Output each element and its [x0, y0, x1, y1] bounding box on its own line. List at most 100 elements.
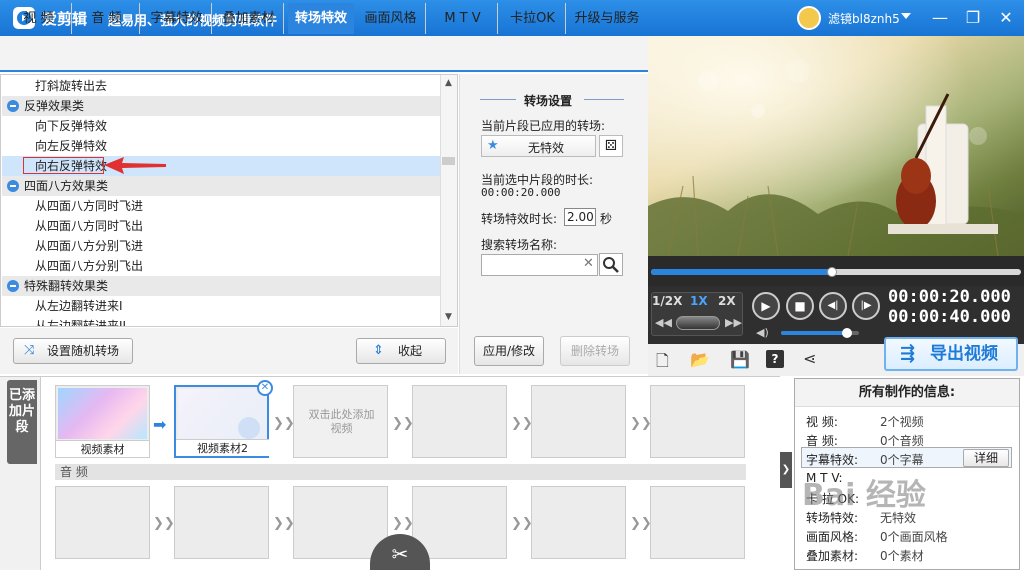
list-item[interactable]: 从四面八方同时飞出: [2, 216, 440, 236]
main-tab-bar: [0, 36, 648, 72]
tab-karaoke[interactable]: 卡拉OK: [500, 3, 566, 34]
time-current: 00:00:20.000: [888, 287, 1011, 307]
collapse-group-icon[interactable]: [7, 180, 19, 192]
info-value: 2个视频: [880, 415, 924, 429]
maximize-button[interactable]: ❐: [963, 8, 983, 28]
speed-double[interactable]: 2X: [718, 294, 736, 308]
collapse-group-icon[interactable]: [7, 100, 19, 112]
empty-clip-slot[interactable]: [531, 385, 626, 458]
clip-arrow-icon: ❯❯: [392, 516, 414, 531]
empty-audio-slot[interactable]: [55, 486, 150, 559]
export-video-label: 导出视频: [930, 344, 998, 364]
dice-random-icon[interactable]: ⚄: [599, 135, 623, 157]
empty-audio-slot[interactable]: [650, 486, 745, 559]
fx-duration-input[interactable]: 2.00: [564, 208, 596, 226]
prev-frame-button[interactable]: ◀|: [819, 292, 847, 320]
search-button[interactable]: [599, 253, 623, 276]
empty-audio-slot[interactable]: [412, 486, 507, 559]
group-label: 特殊翻转效果类: [24, 279, 109, 293]
next-frame-button[interactable]: |▶: [852, 292, 880, 320]
clip-arrow-icon: ❯❯: [511, 416, 533, 431]
audio-track-label: 音 频: [55, 464, 746, 480]
empty-audio-slot[interactable]: [531, 486, 626, 559]
added-clips-tab[interactable]: 已添加片段: [7, 380, 37, 464]
empty-clip-slot[interactable]: [650, 385, 745, 458]
info-label: 叠加素材:: [806, 549, 859, 563]
collapse-label: 收起: [397, 344, 422, 358]
stop-button[interactable]: ■: [786, 292, 814, 320]
clip-label: 视频素材2: [176, 439, 269, 456]
time-total: 00:00:40.000: [888, 307, 1011, 327]
list-scrollbar[interactable]: [440, 75, 457, 326]
play-button[interactable]: ▶: [752, 292, 780, 320]
info-title: 所有制作的信息:: [795, 379, 1019, 407]
list-item[interactable]: 向下反弹特效: [2, 116, 440, 136]
empty-audio-slot[interactable]: [174, 486, 269, 559]
speed-half[interactable]: 1/2X: [652, 294, 682, 308]
list-item[interactable]: 打斜旋转出去: [2, 76, 440, 96]
list-item[interactable]: 从四面八方分别飞进: [2, 236, 440, 256]
info-value: 0个音频: [880, 434, 924, 448]
open-folder-icon[interactable]: 📂: [690, 350, 710, 369]
user-menu-caret-icon[interactable]: [901, 13, 911, 19]
apply-button[interactable]: 应用/修改: [474, 336, 544, 366]
list-item[interactable]: 从四面八方同时飞进: [2, 196, 440, 216]
tab-audio[interactable]: 音 频: [74, 3, 140, 34]
tab-video[interactable]: 视 频: [6, 3, 72, 34]
video-clip-selected[interactable]: 视频素材2: [174, 385, 269, 458]
tab-subtitle-effects[interactable]: 字幕特效: [142, 3, 212, 34]
collapse-group-icon[interactable]: [7, 280, 19, 292]
minimize-button[interactable]: —: [930, 8, 950, 28]
clip-arrow-icon: ❯❯: [630, 416, 652, 431]
remove-clip-icon[interactable]: ✕: [257, 380, 273, 396]
speed-jog-wheel[interactable]: [676, 316, 720, 330]
list-item[interactable]: 从四面八方分别飞出: [2, 256, 440, 276]
clip-arrow-icon: ❯❯: [273, 516, 295, 531]
applied-transition-field[interactable]: ★ 无特效: [481, 135, 596, 157]
add-video-placeholder[interactable]: 双击此处添加视频: [293, 385, 388, 458]
star-icon: ★: [487, 138, 499, 153]
rewind-icon[interactable]: ◀◀: [655, 316, 672, 329]
user-avatar[interactable]: [797, 6, 821, 30]
tab-mtv[interactable]: M T V: [428, 3, 498, 34]
volume-icon[interactable]: ◀): [756, 326, 769, 339]
username[interactable]: 滤镜bl8znh5: [828, 10, 900, 27]
list-item[interactable]: 从左边翻转进来II: [2, 316, 440, 326]
detail-button[interactable]: 详细: [963, 449, 1009, 467]
list-item[interactable]: 从左边翻转进来I: [2, 296, 440, 316]
new-project-icon[interactable]: 🗋: [656, 350, 669, 377]
speed-normal[interactable]: 1X: [690, 294, 708, 308]
share-icon[interactable]: ⋖: [803, 349, 816, 368]
search-input[interactable]: [481, 254, 598, 276]
clip-arrow-icon: ❯❯: [273, 416, 295, 431]
tab-overlay[interactable]: 叠加素材: [214, 3, 284, 34]
scroll-up-icon[interactable]: ▲: [441, 76, 456, 91]
clip-label: 视频素材: [56, 440, 149, 457]
video-clip[interactable]: 视频素材: [55, 385, 150, 458]
collapse-button[interactable]: ⇕ 收起: [356, 338, 446, 364]
list-group[interactable]: 四面八方效果类: [2, 176, 440, 196]
tab-transitions[interactable]: 转场特效: [288, 3, 354, 34]
scrollbar-thumb[interactable]: [442, 157, 455, 165]
list-group[interactable]: 特殊翻转效果类: [2, 276, 440, 296]
help-icon[interactable]: ?: [766, 350, 784, 368]
list-item[interactable]: 向左反弹特效: [2, 136, 440, 156]
list-group[interactable]: 反弹效果类: [2, 96, 440, 116]
delete-transition-button[interactable]: 删除转场: [560, 336, 630, 366]
tab-picture-style[interactable]: 画面风格: [356, 3, 426, 34]
divider: [480, 99, 516, 100]
empty-clip-slot[interactable]: [412, 385, 507, 458]
add-video-hint: 双击此处添加视频: [308, 408, 375, 435]
close-button[interactable]: ✕: [996, 8, 1016, 28]
export-video-button[interactable]: ⇶ 导出视频: [884, 337, 1018, 371]
expand-panel-icon[interactable]: ❯: [780, 452, 792, 488]
export-icon: ⇶: [900, 343, 916, 364]
scroll-down-icon[interactable]: ▼: [441, 310, 456, 325]
tab-upgrade[interactable]: 升级与服务: [568, 3, 646, 34]
video-preview[interactable]: [648, 36, 1024, 256]
random-transition-button[interactable]: ⤨ 设置随机转场: [13, 338, 133, 364]
save-icon[interactable]: 💾: [730, 350, 750, 369]
clear-search-icon[interactable]: ✕: [583, 256, 594, 271]
info-label: 画面风格:: [806, 530, 859, 544]
fast-forward-icon[interactable]: ▶▶: [725, 316, 742, 329]
